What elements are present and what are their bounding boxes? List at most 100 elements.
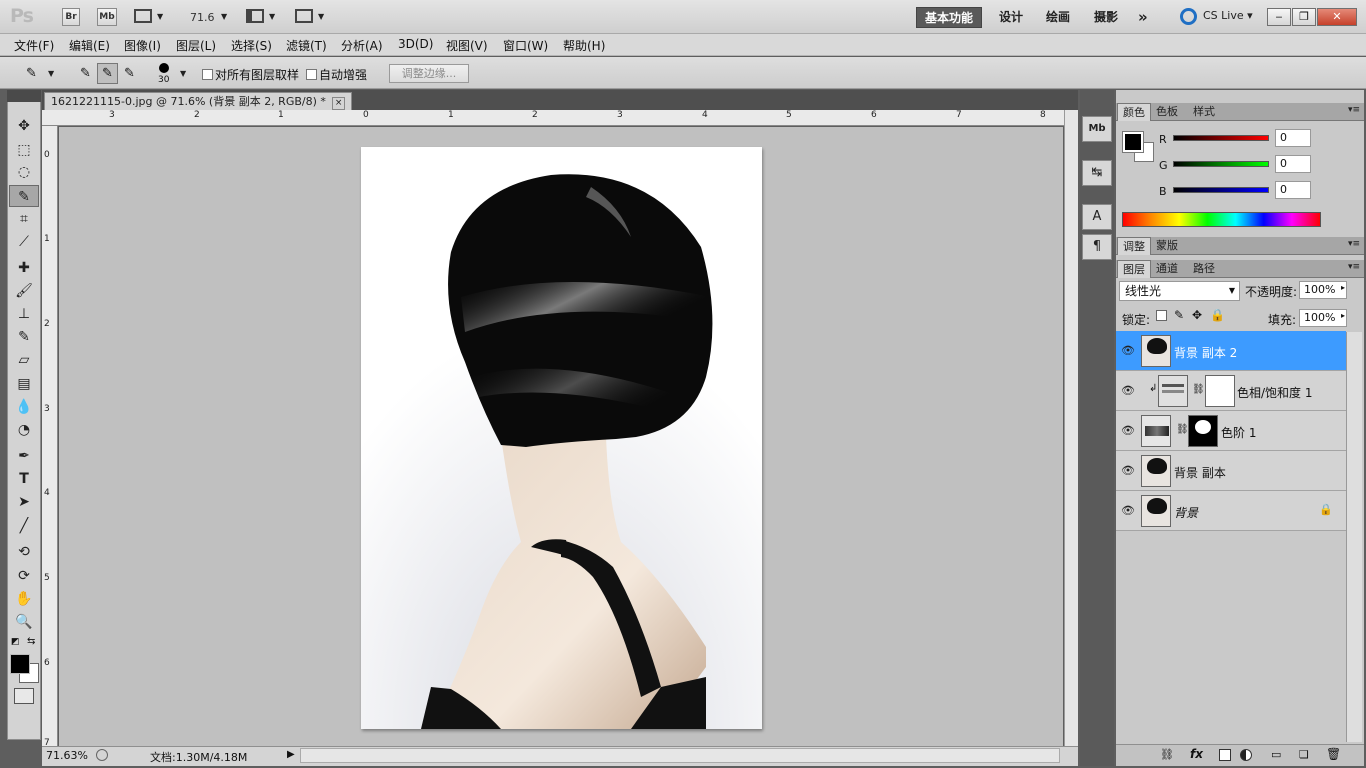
minibridge-icon[interactable]: Mb <box>1082 116 1112 142</box>
minimize-button[interactable]: ‒ <box>1267 8 1291 26</box>
tab-adjustments[interactable]: 调整 <box>1117 237 1151 255</box>
tools-panel-header[interactable] <box>7 90 41 102</box>
tab-masks[interactable]: 蒙版 <box>1151 237 1183 255</box>
link-icon[interactable]: ⛓ <box>1160 748 1174 761</box>
layer-name[interactable]: 背景 <box>1174 504 1198 521</box>
menu-view[interactable]: 视图(V) <box>446 37 488 54</box>
foreground-color-chip[interactable] <box>1122 131 1144 153</box>
swap-colors-icon[interactable]: ⇆ <box>27 636 35 647</box>
cs-live-menu[interactable]: CS Live ▾ <box>1203 9 1253 22</box>
eye-icon[interactable]: 👁 <box>1121 424 1135 437</box>
color-spectrum[interactable] <box>1122 212 1321 227</box>
healing-brush-tool-icon[interactable]: ✚ <box>9 257 39 279</box>
add-to-selection-icon[interactable]: ✎ <box>97 63 118 84</box>
brush-tool-icon[interactable]: 🖌 <box>9 280 39 302</box>
eye-icon[interactable]: 👁 <box>1121 504 1135 517</box>
launch-bridge-button[interactable]: Br <box>62 8 80 26</box>
3d-orbit-tool-icon[interactable]: ⟳ <box>9 565 39 587</box>
menu-window[interactable]: 窗口(W) <box>503 37 548 54</box>
link-icon[interactable]: ⛓ <box>1192 384 1205 395</box>
character-icon[interactable]: A <box>1082 204 1112 230</box>
type-tool-icon[interactable]: T <box>9 468 39 490</box>
default-colors-icon[interactable]: ◩ <box>11 637 20 647</box>
layer-row[interactable]: 👁 背景 副本 2 <box>1116 331 1346 371</box>
workspace-essentials[interactable]: 基本功能 <box>916 7 983 28</box>
layer-row[interactable]: 👁 ↲ ⛓ 色相/饱和度 1 <box>1116 371 1346 411</box>
menu-layer[interactable]: 图层(L) <box>176 37 216 54</box>
chevron-down-icon[interactable]: ▼ <box>48 69 54 78</box>
clone-stamp-tool-icon[interactable]: ⊥ <box>9 303 39 325</box>
blue-slider[interactable] <box>1173 187 1269 193</box>
chevron-down-icon[interactable]: ▼ <box>221 12 227 21</box>
eyedropper-tool-icon[interactable]: ⟋ <box>9 231 39 253</box>
blur-tool-icon[interactable]: 💧 <box>9 396 39 418</box>
tool-preset-picker[interactable]: ✎ <box>21 63 42 84</box>
workspace-painting[interactable]: 绘画 <box>1038 7 1078 28</box>
tab-color[interactable]: 颜色 <box>1117 103 1151 121</box>
menu-select[interactable]: 选择(S) <box>231 37 272 54</box>
chevron-down-icon[interactable]: ▼ <box>180 69 186 78</box>
fill-input[interactable]: 100% <box>1299 309 1347 327</box>
green-value[interactable]: 0 <box>1275 155 1311 173</box>
chevron-down-icon[interactable]: ▼ <box>269 12 275 21</box>
history-brush-tool-icon[interactable]: ✎ <box>9 326 39 348</box>
close-window-button[interactable]: ✕ <box>1317 8 1357 26</box>
quick-mask-icon[interactable] <box>14 688 34 704</box>
trash-icon[interactable]: 🗑 <box>1326 747 1341 761</box>
fill-slider-arrow[interactable]: ▸ <box>1341 311 1345 320</box>
eraser-tool-icon[interactable]: ▱ <box>9 349 39 371</box>
dodge-tool-icon[interactable]: ◔ <box>9 419 39 441</box>
lock-transparency-icon[interactable] <box>1156 310 1167 321</box>
chevron-down-icon[interactable]: ▼ <box>157 12 163 21</box>
menu-3d[interactable]: 3D(D) <box>398 37 433 51</box>
layer-name[interactable]: 背景 副本 <box>1174 464 1226 481</box>
brush-size[interactable]: 30 <box>158 75 169 85</box>
view-extras-icon[interactable] <box>134 9 152 23</box>
status-info-icon[interactable] <box>96 749 108 761</box>
lock-pixels-icon[interactable]: ✎ <box>1174 308 1184 322</box>
layer-name[interactable]: 背景 副本 2 <box>1174 344 1237 361</box>
refine-edge-button[interactable]: 调整边缘... <box>389 64 469 83</box>
vertical-scrollbar[interactable] <box>1064 110 1078 746</box>
layer-row[interactable]: 👁 背景 🔒 <box>1116 491 1346 531</box>
menu-help[interactable]: 帮助(H) <box>563 37 605 54</box>
brush-tip-icon[interactable] <box>159 63 169 73</box>
zoom-tool-icon[interactable]: 🔍 <box>9 611 39 633</box>
layer-name[interactable]: 色相/饱和度 1 <box>1237 384 1313 401</box>
arrange-documents-icon[interactable] <box>246 9 264 23</box>
subtract-selection-icon[interactable]: ✎ <box>119 63 140 84</box>
foreground-color-swatch[interactable] <box>10 654 30 674</box>
launch-minibridge-button[interactable]: Mb <box>97 8 117 26</box>
status-menu-icon[interactable]: ▶ <box>287 749 295 760</box>
tab-channels[interactable]: 通道 <box>1151 260 1183 278</box>
red-slider[interactable] <box>1173 135 1269 141</box>
menu-filter[interactable]: 滤镜(T) <box>286 37 327 54</box>
panel-menu-icon[interactable]: ▾≡ <box>1348 262 1360 272</box>
restore-button[interactable]: ❐ <box>1292 8 1316 26</box>
tab-layers[interactable]: 图层 <box>1117 260 1151 278</box>
new-selection-icon[interactable]: ✎ <box>75 63 96 84</box>
document-canvas[interactable] <box>361 147 762 729</box>
adjustment-icon[interactable] <box>1240 749 1252 761</box>
mask-icon[interactable] <box>1219 749 1231 761</box>
lock-all-icon[interactable]: 🔒 <box>1210 308 1225 322</box>
opacity-input[interactable]: 100% <box>1299 281 1347 299</box>
eye-icon[interactable]: 👁 <box>1121 464 1135 477</box>
zoom-level[interactable]: 71.6 <box>190 11 215 24</box>
new-layer-icon[interactable]: ❏ <box>1299 748 1309 761</box>
chevron-down-icon[interactable]: ▼ <box>318 12 324 21</box>
marquee-tool-icon[interactable]: ⬚ <box>9 139 39 161</box>
menu-image[interactable]: 图像(I) <box>124 37 161 54</box>
hand-tool-icon[interactable]: ✋ <box>9 588 39 610</box>
tab-swatches[interactable]: 色板 <box>1151 103 1183 121</box>
group-icon[interactable]: ▭ <box>1271 748 1281 761</box>
layer-name[interactable]: 色阶 1 <box>1221 424 1256 441</box>
pen-tool-icon[interactable]: ✒ <box>9 445 39 467</box>
layer-row[interactable]: 👁 ⛓ 色阶 1 <box>1116 411 1346 451</box>
green-slider[interactable] <box>1173 161 1269 167</box>
3d-rotate-tool-icon[interactable]: ⟲ <box>9 541 39 563</box>
history-icon[interactable]: ↹ <box>1082 160 1112 186</box>
tab-paths[interactable]: 路径 <box>1188 260 1220 278</box>
opacity-slider-arrow[interactable]: ▸ <box>1341 283 1345 292</box>
tab-styles[interactable]: 样式 <box>1188 103 1220 121</box>
